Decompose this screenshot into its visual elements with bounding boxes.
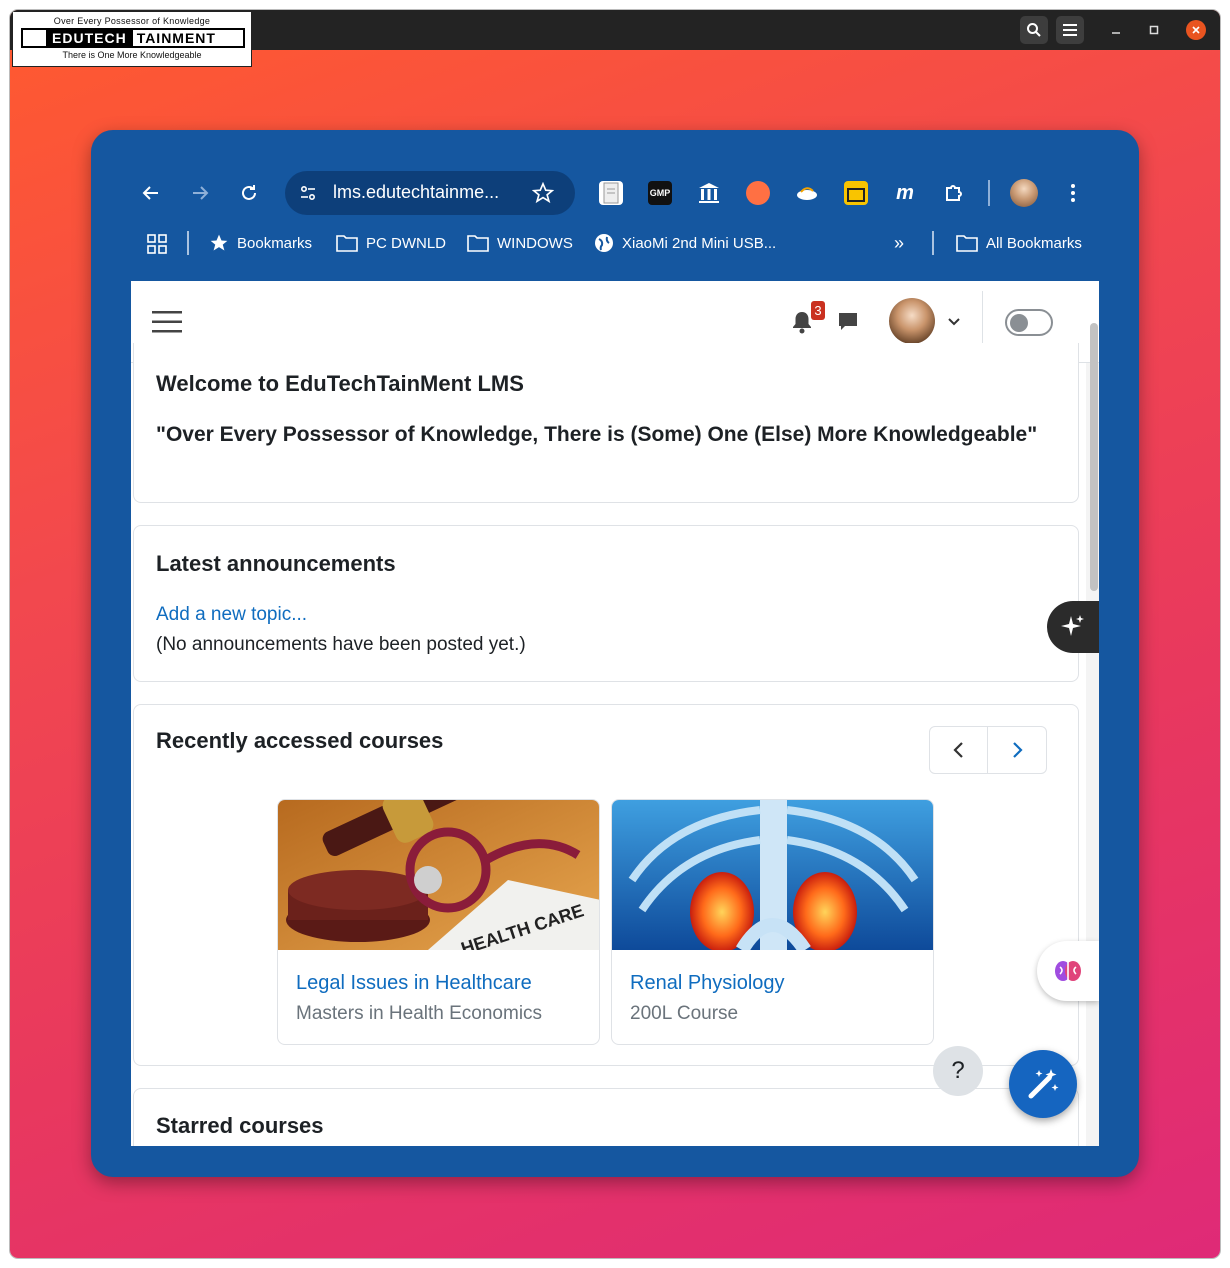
course-name[interactable]: Renal Physiology: [630, 972, 785, 995]
magic-wand-button[interactable]: [1009, 1050, 1077, 1118]
ai-sparkle-button[interactable]: [1047, 601, 1099, 653]
forward-icon[interactable]: [188, 181, 212, 205]
url-text[interactable]: lms.edutechtainme...: [333, 182, 499, 203]
download-icon[interactable]: [795, 181, 819, 205]
back-icon[interactable]: [139, 181, 163, 205]
help-button[interactable]: ?: [933, 1046, 983, 1096]
globe-icon: [595, 234, 613, 252]
bookmark-label: WINDOWS: [497, 234, 573, 252]
edit-mode-toggle[interactable]: [1005, 309, 1053, 336]
course-category: Masters in Health Economics: [296, 1003, 543, 1024]
brain-icon: [1055, 961, 1081, 981]
bookmarks-divider: [187, 231, 189, 255]
toolbar-divider: [988, 180, 990, 206]
menu-icon[interactable]: [1056, 16, 1084, 44]
course-name[interactable]: Legal Issues in Healthcare: [296, 972, 532, 995]
notification-badge: 3: [811, 301, 825, 320]
desktop-window: Over Every Possessor of Knowledge EDUTEC…: [10, 10, 1220, 1258]
course-card[interactable]: Renal Physiology 200L Course: [611, 799, 934, 1045]
course-image-kidneys[interactable]: [612, 800, 933, 955]
magic-wand-icon: [1028, 1069, 1059, 1099]
hamburger-menu-icon[interactable]: [152, 311, 182, 333]
sparkle-icon: [1061, 615, 1084, 636]
chevron-down-icon[interactable]: [947, 315, 961, 329]
file-icon[interactable]: [599, 181, 623, 205]
page-content: 3 Welcome to EduTechTainMent LMS "Over E…: [131, 281, 1099, 1146]
logo-word-b: TAINMENT: [136, 30, 216, 46]
more-vert-icon[interactable]: [1061, 181, 1085, 205]
gmp-icon[interactable]: GMP: [648, 181, 672, 205]
course-image-gavel[interactable]: HEALTH CARE: [278, 800, 599, 959]
scrollbar-thumb[interactable]: [1090, 323, 1098, 591]
announcements-card: Latest announcements Add a new topic... …: [133, 525, 1079, 682]
bell-icon[interactable]: [791, 310, 813, 334]
chevron-right-icon[interactable]: [988, 727, 1046, 773]
more-bookmarks-button[interactable]: »: [894, 232, 904, 254]
recent-courses-title: Recently accessed courses: [156, 728, 444, 753]
edutechtainment-logo: Over Every Possessor of Knowledge EDUTEC…: [12, 11, 252, 67]
starred-courses-card: Starred courses: [133, 1088, 1079, 1146]
maximize-icon[interactable]: [1144, 20, 1164, 40]
logo-word-a: EDUTECH: [46, 30, 133, 46]
search-icon[interactable]: [1020, 16, 1048, 44]
bookmark-label: Bookmarks: [237, 234, 313, 252]
bookmark-label: PC DWNLD: [366, 234, 447, 252]
recent-courses-card: Recently accessed courses HEALTH CARE Le…: [133, 704, 1079, 1066]
toggle-knob: [1010, 314, 1028, 332]
apps-grid-icon[interactable]: [146, 233, 168, 255]
bookmark-bookmarks[interactable]: Bookmarks: [209, 232, 312, 254]
bookmark-pc-dwnld[interactable]: PC DWNLD: [336, 232, 446, 254]
carousel-nav: [929, 726, 1047, 774]
logo-bottom-line: There is One More Knowledgeable: [62, 50, 202, 60]
all-bookmarks-label: All Bookmarks: [986, 234, 1082, 252]
welcome-card: Welcome to EduTechTainMent LMS "Over Eve…: [133, 343, 1079, 503]
folder-icon: [956, 235, 978, 252]
folder-icon: [336, 235, 358, 252]
brain-assistant-button[interactable]: [1037, 941, 1099, 1001]
close-icon[interactable]: [1186, 20, 1206, 40]
welcome-quote: "Over Every Possessor of Knowledge, Ther…: [156, 423, 1038, 446]
bookmark-xiaomi[interactable]: XiaoMi 2nd Mini USB...: [594, 232, 776, 254]
profile-avatar[interactable]: [1010, 179, 1038, 207]
add-topic-link[interactable]: Add a new topic...: [156, 604, 307, 626]
logo-wordmark: EDUTECH TAINMENT: [21, 28, 245, 48]
logo-top-line: Over Every Possessor of Knowledge: [53, 16, 211, 26]
bookmark-windows[interactable]: WINDOWS: [467, 232, 573, 254]
wallet-icon[interactable]: [844, 181, 868, 205]
bookmarks-divider: [932, 231, 934, 255]
course-card[interactable]: HEALTH CARE Legal Issues in Healthcare M…: [277, 799, 600, 1045]
m-icon[interactable]: m: [893, 181, 917, 205]
user-avatar[interactable]: [889, 298, 935, 344]
minimize-icon[interactable]: [1106, 20, 1126, 40]
star-icon: [210, 234, 228, 251]
site-settings-icon[interactable]: [297, 182, 319, 204]
announcements-title: Latest announcements: [156, 551, 396, 576]
browser-window: lms.edutechtainme... GMP m Bookmarks PC …: [91, 130, 1139, 1177]
bank-icon[interactable]: [697, 181, 721, 205]
bookmark-label: XiaoMi 2nd Mini USB...: [622, 234, 777, 252]
puzzle-icon[interactable]: [942, 181, 966, 205]
starred-courses-title: Starred courses: [156, 1113, 324, 1138]
folder-icon: [467, 235, 489, 252]
orange-app-icon[interactable]: [746, 181, 770, 205]
course-category: 200L Course: [630, 1003, 739, 1024]
all-bookmarks[interactable]: All Bookmarks: [956, 232, 1082, 254]
chat-icon[interactable]: [837, 311, 861, 335]
bookmark-star-icon[interactable]: [531, 181, 555, 205]
reload-icon[interactable]: [237, 181, 261, 205]
chevron-left-icon[interactable]: [930, 727, 988, 773]
no-announcements-text: (No announcements have been posted yet.): [156, 634, 526, 655]
welcome-title: Welcome to EduTechTainMent LMS: [156, 371, 524, 396]
